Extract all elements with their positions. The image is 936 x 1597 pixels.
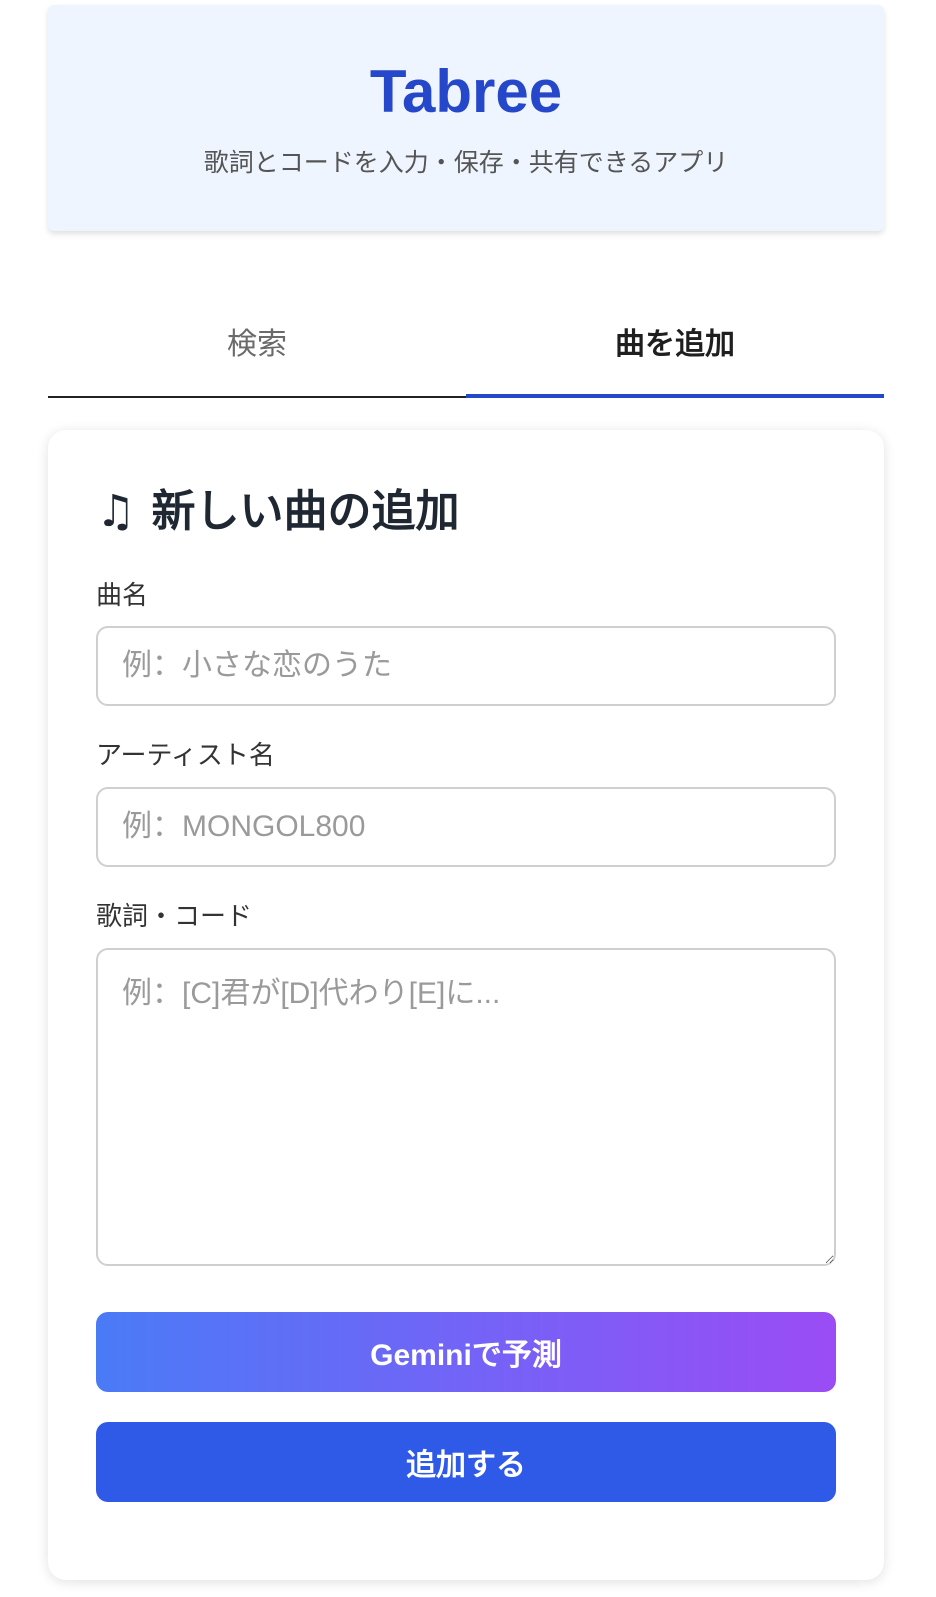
app-subtitle: 歌詞とコードを入力・保存・共有できるアプリ bbox=[203, 148, 729, 177]
lyrics-textarea[interactable] bbox=[96, 948, 836, 1266]
add-song-button[interactable]: 追加する bbox=[96, 1422, 836, 1502]
app-header: Tabree 歌詞とコードを入力・保存・共有できるアプリ bbox=[48, 5, 884, 231]
song-name-label: 曲名 bbox=[96, 581, 149, 611]
music-note-icon: ♫ bbox=[96, 486, 136, 537]
app-title: Tabree bbox=[369, 58, 563, 125]
add-song-card: ♫ 新しい曲の追加 曲名 アーティスト名 歌詞・コード Geminiで予測 追加… bbox=[48, 430, 884, 1580]
lyrics-label: 歌詞・コード bbox=[96, 902, 253, 932]
card-heading-text: 新しい曲の追加 bbox=[151, 486, 460, 537]
song-name-input[interactable] bbox=[96, 626, 836, 706]
gemini-predict-button[interactable]: Geminiで予測 bbox=[96, 1312, 836, 1392]
tab-add-song[interactable]: 曲を追加 bbox=[466, 300, 884, 398]
tab-bar: 検索 曲を追加 bbox=[48, 300, 884, 398]
artist-name-input[interactable] bbox=[96, 787, 836, 867]
card-heading: ♫ 新しい曲の追加 bbox=[96, 482, 459, 542]
tab-search[interactable]: 検索 bbox=[48, 300, 466, 398]
artist-name-label: アーティスト名 bbox=[96, 741, 275, 771]
